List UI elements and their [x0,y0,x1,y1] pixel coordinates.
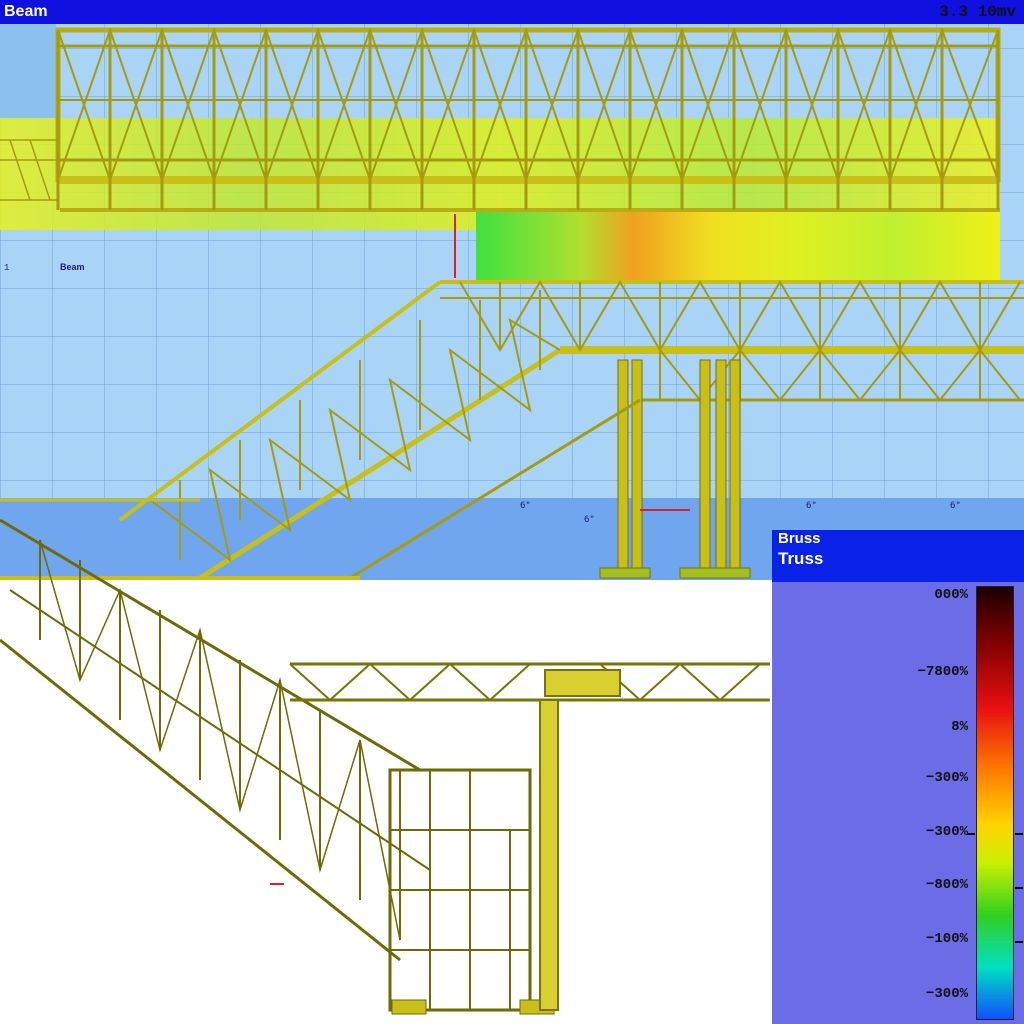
beam-side-label: Beam [60,262,85,272]
title-bar: Beam 3.3 10mv [0,0,1024,24]
colorbar-tick [1015,941,1023,943]
legend-label: −300% [925,986,968,1002]
legend-header: Bruss Truss [772,530,1024,582]
lower-stair-truss[interactable] [0,518,555,1015]
color-scale-bar [967,586,1023,1020]
colorbar-tick [967,833,975,835]
legend-title-2: Truss [778,549,824,568]
legend-label: −800% [925,877,968,893]
axis-tick-label: 6" [950,501,961,511]
scale-readout: 3.3 10mv [939,3,1016,21]
stress-band-lower [476,212,1000,280]
colorbar-tick [1015,887,1023,889]
axis-tick-label: 6" [806,501,817,511]
beam-marker: 1 [4,263,9,273]
legend-label: −300% [925,770,968,786]
legend-label: 8% [951,719,968,735]
legend-title-1: Bruss [778,530,821,547]
axis-tick-label: 6" [520,501,531,511]
colorbar-tick [1015,833,1023,835]
legend-label: −100% [925,931,968,947]
legend-label: 000% [934,587,968,603]
left-ruler-panel [0,24,56,120]
legend-label: −300% [925,824,968,840]
axis-tick-label: 6" [584,515,595,525]
stress-legend-panel: Bruss Truss 000% −7800% 8% −300% −300% −… [772,530,1024,1024]
legend-label: −7800% [917,664,968,680]
window-title: Beam [4,3,48,20]
